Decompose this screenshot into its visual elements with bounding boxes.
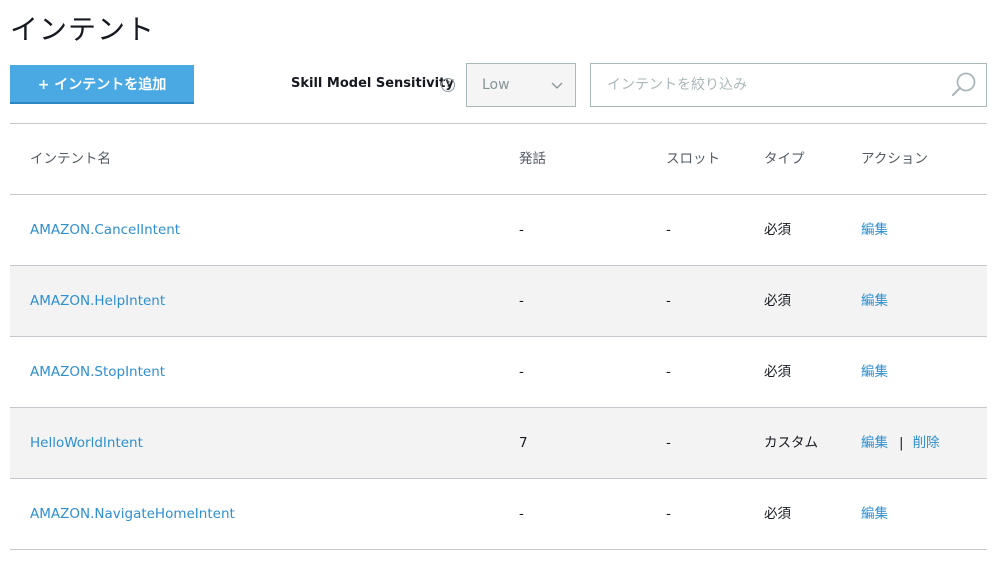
edit-link[interactable]: 編集 (861, 506, 888, 522)
intent-type: 必須 (764, 364, 791, 380)
utterance-count: - (519, 222, 524, 238)
slot-count: - (666, 435, 671, 451)
intent-name-link[interactable]: AMAZON.StopIntent (30, 364, 165, 380)
table-row: AMAZON.CancelIntent - - 必須 編集 (10, 194, 987, 265)
edit-link[interactable]: 編集 (861, 435, 888, 451)
intent-filter-box (590, 63, 987, 107)
sensitivity-select[interactable]: Low (466, 63, 576, 107)
intent-type: 必須 (764, 222, 791, 238)
slot-count: - (666, 506, 671, 522)
column-header-utterances: 発話 (519, 151, 546, 167)
table-row: AMAZON.NavigateHomeIntent - - 必須 編集 (10, 478, 987, 550)
action-separator: | (899, 435, 904, 451)
column-header-slots: スロット (666, 151, 720, 167)
column-header-name: インテント名 (30, 151, 111, 167)
search-icon[interactable] (950, 71, 978, 99)
edit-link[interactable]: 編集 (861, 222, 888, 238)
intent-filter-input[interactable] (591, 64, 941, 106)
slot-count: - (666, 222, 671, 238)
page-title: インテント (10, 13, 156, 46)
question-circle-icon[interactable]: ? (441, 78, 455, 92)
intent-type: カスタム (764, 435, 818, 451)
column-header-type: タイプ (764, 151, 805, 167)
sensitivity-label: Skill Model Sensitivity (291, 76, 454, 91)
intent-name-link[interactable]: HelloWorldIntent (30, 435, 143, 451)
utterance-count: - (519, 506, 524, 522)
utterance-count: - (519, 293, 524, 309)
table-header-row: インテント名 発話 スロット タイプ アクション (10, 123, 987, 194)
delete-link[interactable]: 削除 (913, 435, 940, 451)
table-row: AMAZON.HelpIntent - - 必須 編集 (10, 265, 987, 336)
table-row: HelloWorldIntent 7 - カスタム 編集 | 削除 (10, 407, 987, 478)
sensitivity-select-value: Low (482, 77, 510, 93)
intent-type: 必須 (764, 293, 791, 309)
utterance-count: 7 (519, 435, 528, 451)
edit-link[interactable]: 編集 (861, 293, 888, 309)
intent-name-link[interactable]: AMAZON.HelpIntent (30, 293, 165, 309)
table-row: AMAZON.StopIntent - - 必須 編集 (10, 336, 987, 407)
intent-type: 必須 (764, 506, 791, 522)
slot-count: - (666, 293, 671, 309)
column-header-actions: アクション (861, 151, 928, 167)
intent-name-link[interactable]: AMAZON.NavigateHomeIntent (30, 506, 235, 522)
chevron-down-icon (551, 82, 563, 89)
intent-name-link[interactable]: AMAZON.CancelIntent (30, 222, 180, 238)
slot-count: - (666, 364, 671, 380)
utterance-count: - (519, 364, 524, 380)
edit-link[interactable]: 編集 (861, 364, 888, 380)
intents-page: インテント + インテントを追加 Skill Model Sensitivity… (0, 0, 1003, 564)
add-intent-button[interactable]: + インテントを追加 (10, 65, 194, 104)
intents-table: インテント名 発話 スロット タイプ アクション AMAZON.CancelIn… (10, 123, 987, 550)
